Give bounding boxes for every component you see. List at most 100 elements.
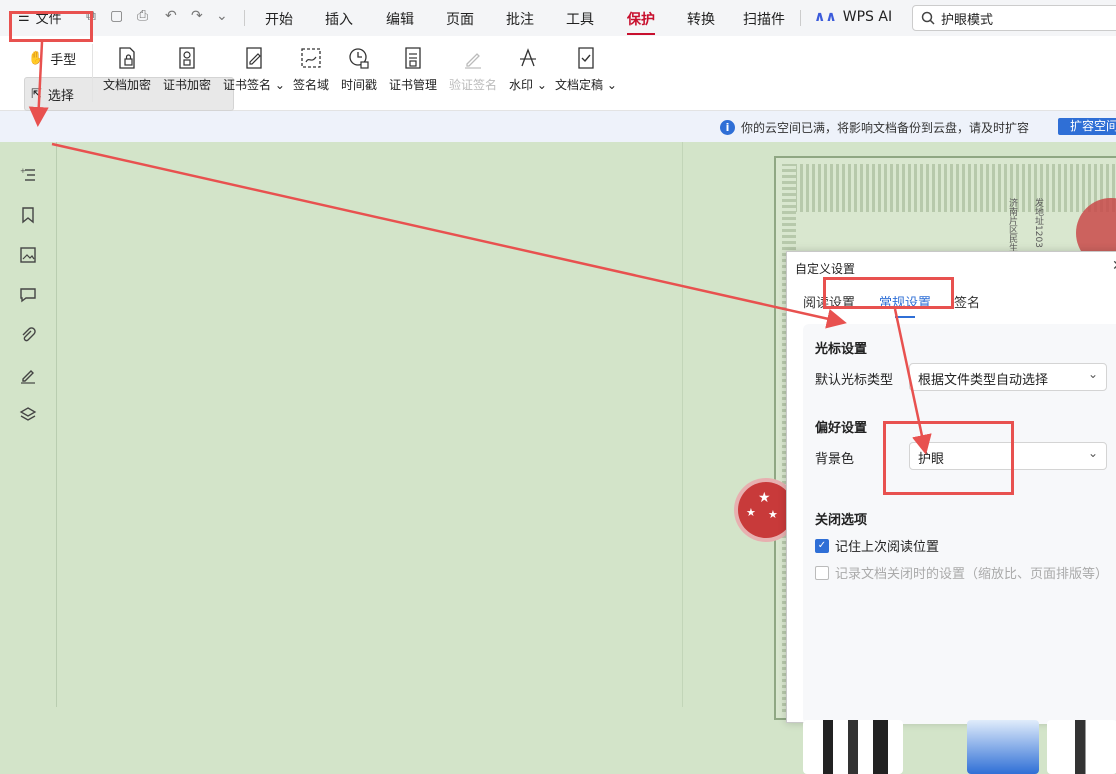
attachment-icon[interactable]: [19, 326, 37, 344]
cert-sign-label: 证书签名 ⌄: [223, 78, 285, 92]
cert-sign-icon: [246, 47, 262, 69]
cursor-section-title: 光标设置: [815, 342, 868, 357]
finalize-icon: [578, 47, 594, 69]
cursor-type-select[interactable]: 根据文件类型自动选择 ⌄: [909, 363, 1107, 391]
bookmark-icon[interactable]: [19, 206, 37, 224]
wps-ai-label: WPS AI: [842, 9, 893, 25]
cert-manage-label: 证书管理: [389, 78, 438, 92]
tab-insert[interactable]: 插入: [325, 9, 353, 29]
tab-tools[interactable]: 工具: [566, 9, 594, 29]
annotation-box-eye-care: [883, 421, 1014, 495]
timestamp-label: 时间戳: [341, 78, 378, 92]
timestamp-button[interactable]: 时间戳: [341, 46, 377, 93]
star-icon: ★: [768, 508, 778, 521]
hand-tool-label: 手型: [50, 53, 77, 68]
print-icon[interactable]: ⎙: [137, 8, 148, 24]
annotation-arrow: [51, 142, 847, 329]
comment-icon[interactable]: [19, 286, 37, 304]
verify-sign-button[interactable]: 验证签名: [449, 46, 497, 93]
close-section-title: 关闭选项: [815, 513, 868, 528]
star-icon: ★: [758, 490, 771, 506]
wps-ai-logo-icon: ∧∧: [814, 9, 837, 25]
record-close-settings-checkbox[interactable]: 记录文档关闭时的设置（缩放比、页面排版等）: [815, 563, 1108, 582]
undo-icon[interactable]: ↶: [165, 8, 177, 24]
divider: [800, 10, 801, 26]
watermark-text: 水印: [509, 78, 534, 92]
certificate-text: 发地址1203: [1033, 198, 1043, 248]
tab-start[interactable]: 开始: [265, 9, 293, 29]
close-icon[interactable]: ✕: [1112, 258, 1116, 274]
chevron-down-icon: ⌄: [1087, 446, 1098, 460]
chevron-down-icon: ⌄: [1087, 367, 1098, 381]
search-value: 护眼模式: [941, 12, 994, 28]
cursor-type-value: 根据文件类型自动选择: [918, 373, 1049, 388]
outline-icon[interactable]: +: [19, 166, 37, 184]
watermark-icon: [519, 48, 536, 67]
star-icon: ★: [746, 506, 756, 519]
cursor-arrow-icon: ⇱: [31, 86, 42, 102]
hand-icon: ✋: [28, 51, 45, 66]
certificate-text: 济南片区民生: [1007, 198, 1017, 252]
tab-signature[interactable]: 签名: [954, 292, 980, 311]
verify-sign-label: 验证签名: [449, 78, 498, 92]
signature-icon[interactable]: [19, 366, 37, 384]
tab-convert[interactable]: 转换: [687, 9, 715, 29]
cert-sign-button[interactable]: 证书签名 ⌄: [223, 46, 285, 93]
info-icon: i: [720, 120, 735, 135]
apply-button[interactable]: [1047, 720, 1116, 774]
cancel-button[interactable]: [803, 720, 903, 774]
wps-ai-button[interactable]: ∧∧ WPS AI: [814, 9, 892, 25]
divider: [92, 44, 93, 102]
doc-encrypt-button[interactable]: 文档加密: [103, 46, 151, 93]
watermark-button[interactable]: 水印 ⌄: [509, 46, 547, 93]
layers-icon[interactable]: [19, 406, 37, 424]
svg-text:+: +: [20, 167, 26, 175]
sign-field-label: 签名域: [293, 78, 330, 92]
cert-sign-text: 证书签名: [223, 78, 272, 92]
hand-tool-button[interactable]: ✋ 手型: [28, 49, 76, 68]
redo-icon[interactable]: ↷: [191, 8, 203, 24]
remember-position-label: 记住上次阅读位置: [835, 540, 940, 555]
checkbox-unchecked-icon: [815, 565, 829, 580]
finalize-label: 文档定稿 ⌄: [555, 78, 617, 92]
save-icon[interactable]: ▢: [110, 8, 123, 24]
expand-storage-button[interactable]: 扩容空间: [1058, 118, 1116, 135]
tab-scan[interactable]: 扫描件: [743, 9, 785, 29]
finalize-button[interactable]: 文档定稿 ⌄: [555, 46, 617, 93]
ok-button[interactable]: [967, 720, 1039, 774]
notice-message: i 你的云空间已满，将影响文档备份到云盘，请及时扩容: [720, 119, 1029, 136]
sign-field-button[interactable]: 签名域: [293, 46, 329, 93]
annotation-box-file-menu: [9, 11, 93, 42]
preference-section-title: 偏好设置: [815, 421, 868, 436]
notice-text: 你的云空间已满，将影响文档备份到云盘，请及时扩容: [741, 121, 1030, 135]
page-edge: [682, 142, 683, 707]
left-sidebar: +: [0, 142, 57, 707]
cert-encrypt-button[interactable]: 证书加密: [163, 46, 211, 93]
settings-panel: 光标设置 默认光标类型 根据文件类型自动选择 ⌄ 偏好设置 背景色 护眼 ⌄ 关…: [803, 324, 1116, 774]
cert-manage-icon: [405, 47, 421, 69]
tab-page[interactable]: 页面: [446, 9, 474, 29]
verify-sign-icon: [465, 53, 481, 69]
search-input[interactable]: 护眼模式: [912, 5, 1116, 31]
timestamp-icon: [349, 48, 369, 69]
cloud-notice-bar: i 你的云空间已满，将影响文档备份到云盘，请及时扩容: [0, 111, 1116, 142]
annotation-box-general-tab: [823, 277, 954, 309]
tab-annotate[interactable]: 批注: [506, 9, 534, 29]
record-close-settings-label: 记录文档关闭时的设置（缩放比、页面排版等）: [835, 567, 1109, 582]
watermark-label: 水印 ⌄: [509, 78, 547, 92]
cert-manage-button[interactable]: 证书管理: [389, 46, 437, 93]
image-icon[interactable]: [19, 246, 37, 264]
tab-edit[interactable]: 编辑: [386, 9, 414, 29]
search-icon: [921, 11, 935, 25]
tab-protect[interactable]: 保护: [627, 9, 655, 35]
certificate-border: [782, 164, 1116, 212]
sign-field-icon: [301, 48, 321, 68]
chevron-down-icon[interactable]: ⌄: [216, 8, 228, 24]
remember-position-checkbox[interactable]: ✓ 记住上次阅读位置: [815, 536, 939, 555]
protect-ribbon: ✋ 手型 ⇱ 选择 文档加密 证书加密 证书签名 ⌄ 签名域 时间戳 证书管理 …: [0, 36, 1116, 111]
finalize-text: 文档定稿: [555, 78, 604, 92]
menu-bar: ☰ 文件 ⧉ ▢ ⎙ ↶ ↷ ⌄ 开始 插入 编辑 页面 批注 工具 保护 转换…: [0, 0, 1116, 36]
doc-lock-icon: [119, 47, 135, 69]
background-color-label: 背景色: [815, 452, 855, 467]
doc-encrypt-label: 文档加密: [103, 78, 152, 92]
